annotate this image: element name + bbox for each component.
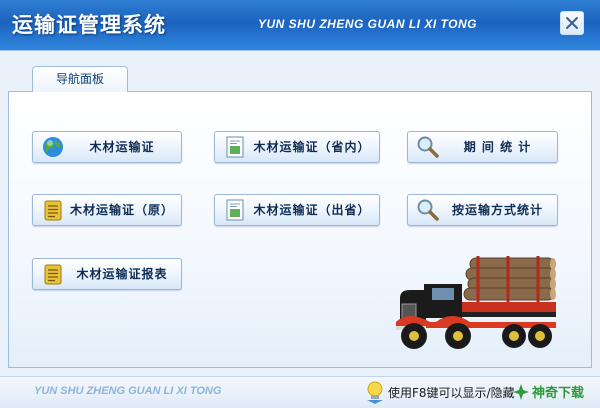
app-pinyin-title: YUN SHU ZHENG GUAN LI XI TONG [258, 17, 477, 31]
wood-permit-report-button[interactable]: 木材运输证报表 [32, 258, 182, 290]
watermark-text: 神奇下载 [532, 386, 585, 401]
transport-mode-statistics-button[interactable]: 按运输方式统计 [407, 194, 558, 226]
tab-navigation-panel[interactable]: 导航面板 [32, 66, 128, 92]
footer-pinyin: YUN SHU ZHENG GUAN LI XI TONG [34, 385, 222, 397]
document-icon [226, 136, 244, 158]
period-statistics-button[interactable]: 期 间 统 计 [407, 131, 558, 163]
button-label: 木材运输证（原） [69, 203, 174, 217]
lightbulb-icon [367, 381, 383, 404]
app-title: 运输证管理系统 [12, 12, 166, 37]
button-label: 期 间 统 计 [463, 140, 532, 154]
notepad-icon [44, 200, 62, 221]
title-bar: 运输证管理系统 YUN SHU ZHENG GUAN LI XI TONG [0, 0, 600, 51]
button-label: 按运输方式统计 [451, 203, 543, 217]
wood-permit-in-province-button[interactable]: 木材运输证（省内） [214, 131, 380, 163]
button-label: 木材运输证报表 [76, 267, 168, 281]
document-icon [226, 199, 244, 221]
button-label: 木材运输证（出省） [253, 203, 371, 217]
close-icon [566, 17, 578, 29]
watermark-logo-icon [513, 384, 529, 400]
magnifier-icon [417, 199, 439, 221]
footer-hint: 使用F8键可以显示/隐藏 [388, 386, 515, 400]
watermark: 神奇下载 [510, 377, 600, 407]
log-truck-illustration [396, 256, 556, 349]
wood-permit-out-province-button[interactable]: 木材运输证（出省） [214, 194, 380, 226]
button-label: 木材运输证 [89, 140, 155, 154]
wood-permit-original-button[interactable]: 木材运输证（原） [32, 194, 182, 226]
magnifier-icon [417, 136, 439, 158]
close-button[interactable] [560, 11, 584, 35]
button-label: 木材运输证（省内） [253, 140, 371, 154]
notepad-icon [44, 264, 62, 285]
wood-transport-permit-button[interactable]: 木材运输证 [32, 131, 182, 163]
globe-icon [43, 137, 63, 157]
